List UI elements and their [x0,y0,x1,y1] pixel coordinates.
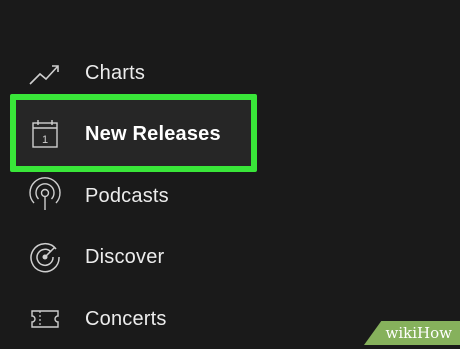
menu-item-label: Charts [85,61,146,84]
ticket-icon [26,300,64,338]
podcast-icon [26,177,64,215]
discover-radar-icon [26,238,64,276]
menu-item-label: Podcasts [85,184,169,207]
calendar-day-text: 1 [42,134,48,146]
trending-up-icon [26,54,64,92]
menu-item-discover[interactable]: Discover [0,227,460,287]
menu-item-label: New Releases [85,122,221,145]
menu-item-new-releases[interactable]: 1 New Releases [0,104,460,164]
menu-item-label: Discover [85,245,165,268]
menu-item-label: Concerts [85,307,167,330]
calendar-icon: 1 [26,115,64,153]
menu-item-podcasts[interactable]: Podcasts [0,166,460,226]
browse-menu: Charts 1 New Releases Podcasts Discover … [0,0,460,345]
